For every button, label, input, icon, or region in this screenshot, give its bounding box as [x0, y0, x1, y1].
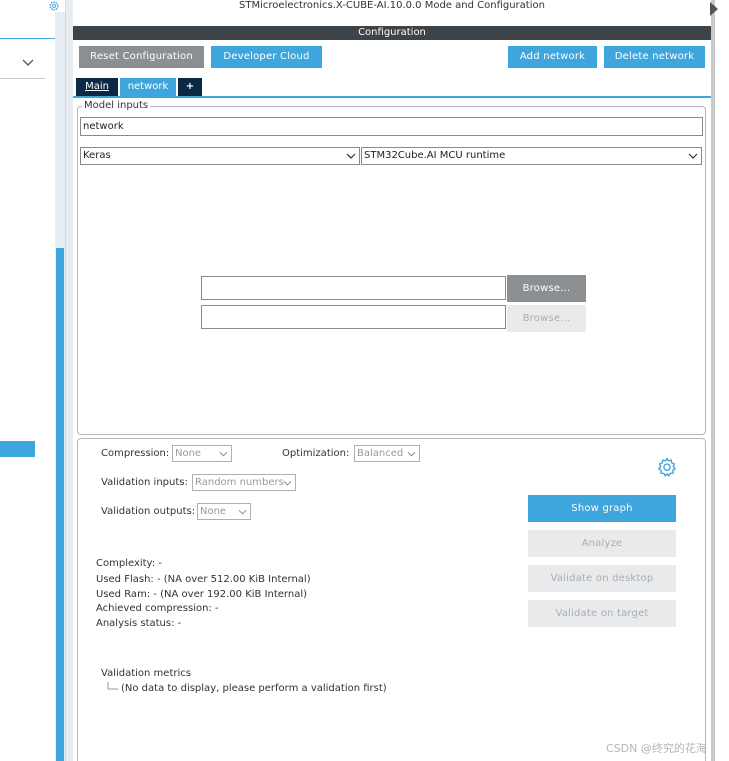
compression-label: Compression: — [101, 448, 170, 459]
right-scrollbar[interactable] — [711, 0, 715, 761]
network-name-input[interactable]: network — [80, 117, 703, 136]
delete-network-button[interactable]: Delete network — [604, 46, 705, 68]
complexity-text: Complexity: - — [96, 558, 162, 569]
chevron-down-icon — [238, 509, 247, 515]
validate-on-target-button[interactable]: Validate on target — [528, 600, 676, 627]
model-inputs-legend: Model inputs — [82, 100, 151, 111]
used-flash-text: Used Flash: - (NA over 512.00 KiB Intern… — [96, 574, 311, 585]
optimization-select[interactable]: Balanced — [354, 445, 420, 462]
framework-select[interactable]: Keras — [80, 147, 360, 165]
used-ram-text: Used Ram: - (NA over 192.00 KiB Internal… — [96, 589, 308, 600]
tab-underline — [73, 96, 711, 98]
chevron-down-icon — [346, 153, 356, 159]
validation-outputs-select[interactable]: None — [197, 503, 251, 520]
window-title: STMicroelectronics.X-CUBE-AI.10.0.0 Mode… — [239, 0, 545, 11]
configuration-header: Configuration — [73, 26, 711, 40]
achieved-compression-text: Achieved compression: - — [96, 603, 219, 614]
analysis-status-text: Analysis status: - — [96, 618, 182, 629]
browse-weights-button[interactable]: Browse... — [507, 305, 586, 332]
chevron-down-icon — [407, 451, 416, 457]
chevron-down-icon — [688, 153, 698, 159]
validation-outputs-select-value: None — [200, 506, 227, 517]
runtime-select[interactable]: STM32Cube.AI MCU runtime — [361, 147, 702, 165]
reset-configuration-button[interactable]: Reset Configuration — [79, 46, 204, 68]
compression-select-value: None — [175, 448, 202, 459]
runtime-select-value: STM32Cube.AI MCU runtime — [364, 150, 506, 161]
compression-select[interactable]: None — [172, 445, 232, 462]
validation-metrics-title: Validation metrics — [101, 668, 191, 679]
validation-inputs-label: Validation inputs: — [101, 477, 188, 488]
optimization-label: Optimization: — [282, 448, 350, 459]
settings-gear-icon[interactable] — [656, 456, 678, 478]
chevron-down-icon — [283, 480, 292, 486]
tab-network[interactable]: network — [120, 78, 176, 96]
left-panel-selected-item[interactable] — [0, 441, 35, 457]
show-graph-button[interactable]: Show graph — [528, 495, 676, 522]
browse-model-button[interactable]: Browse... — [507, 275, 586, 302]
validation-inputs-select-value: Random numbers — [195, 477, 284, 488]
weights-file-path-input[interactable] — [201, 305, 506, 329]
validation-inputs-select[interactable]: Random numbers — [192, 474, 296, 491]
tab-main[interactable]: Main — [76, 78, 118, 96]
model-file-path-input[interactable] — [201, 276, 506, 300]
tab-add[interactable]: + — [178, 78, 202, 96]
left-panel-dropdown-underline — [0, 78, 45, 79]
analyze-button[interactable]: Analyze — [528, 530, 676, 557]
chevron-down-icon[interactable] — [22, 58, 34, 68]
watermark: CSDN @终究的花海 — [606, 742, 707, 755]
developer-cloud-button[interactable]: Developer Cloud — [211, 46, 322, 68]
validation-outputs-label: Validation outputs: — [101, 506, 196, 517]
chevron-down-icon — [219, 451, 228, 457]
add-network-button[interactable]: Add network — [508, 46, 597, 68]
panel-divider[interactable] — [65, 0, 73, 761]
validation-metrics-empty-message: (No data to display, please perform a va… — [121, 683, 387, 694]
validate-on-desktop-button[interactable]: Validate on desktop — [528, 565, 676, 592]
left-panel-separator — [0, 38, 55, 39]
optimization-select-value: Balanced — [357, 448, 404, 459]
gear-icon[interactable] — [47, 0, 61, 12]
tree-branch-icon — [107, 682, 118, 690]
left-scrollbar-thumb[interactable] — [56, 248, 64, 761]
framework-select-value: Keras — [83, 150, 111, 161]
